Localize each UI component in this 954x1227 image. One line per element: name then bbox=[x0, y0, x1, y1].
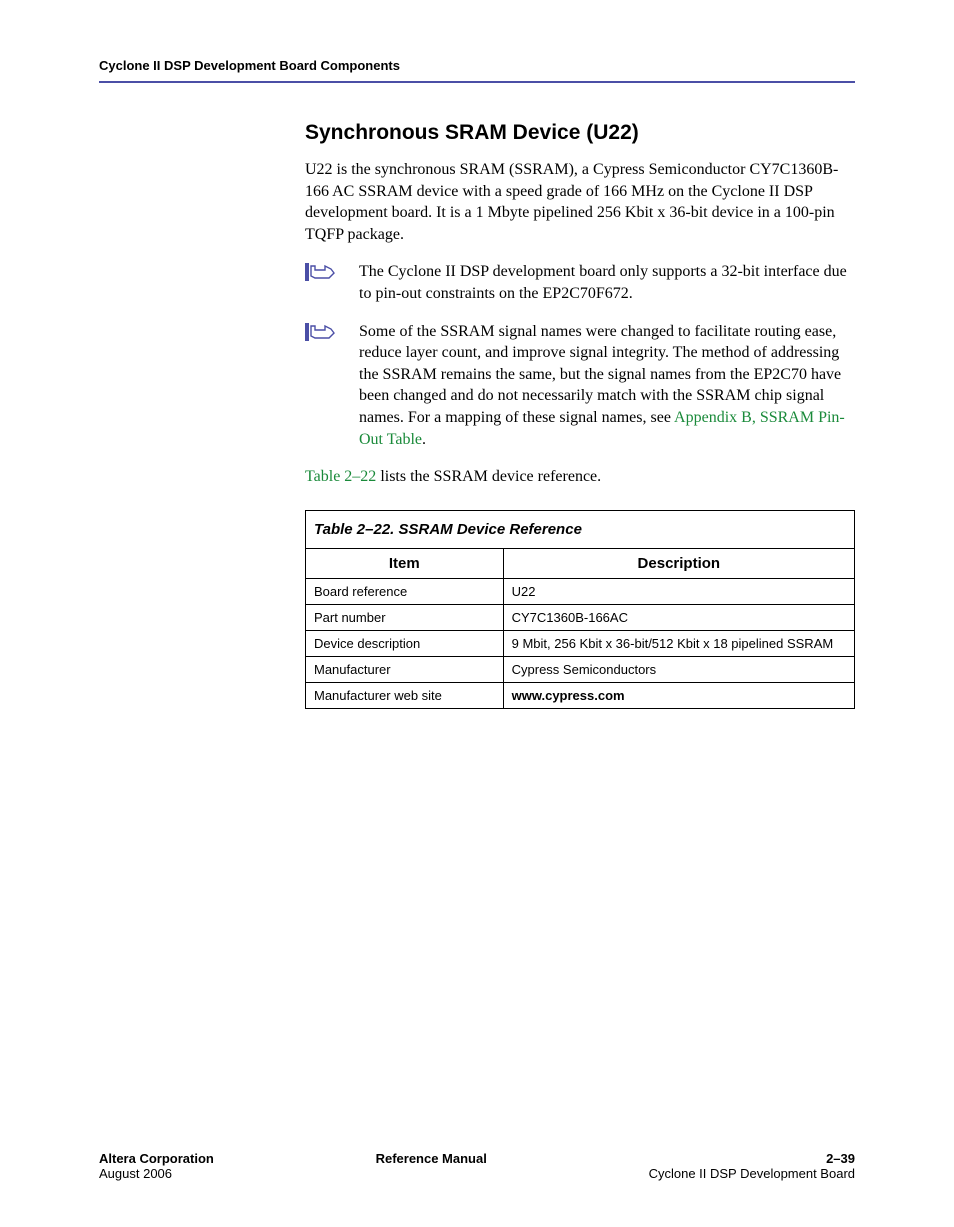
col-header-item: Item bbox=[306, 548, 504, 578]
footer-right-bottom: Cyclone II DSP Development Board bbox=[649, 1166, 855, 1181]
cell-desc: U22 bbox=[503, 578, 854, 604]
table-row: Device description 9 Mbit, 256 Kbit x 36… bbox=[306, 630, 855, 656]
note-block-1: The Cyclone II DSP development board onl… bbox=[305, 261, 855, 304]
note-hand-icon bbox=[305, 263, 335, 286]
table-ref-link[interactable]: Table 2–22 bbox=[305, 468, 376, 485]
table-row: Manufacturer Cypress Semiconductors bbox=[306, 656, 855, 682]
footer-center: Reference Manual bbox=[214, 1151, 649, 1181]
cell-desc: 9 Mbit, 256 Kbit x 36-bit/512 Kbit x 18 … bbox=[503, 630, 854, 656]
footer-right-top: 2–39 bbox=[649, 1151, 855, 1166]
note-2-post: . bbox=[422, 431, 426, 448]
cell-desc: CY7C1360B-166AC bbox=[503, 604, 854, 630]
running-header: Cyclone II DSP Development Board Compone… bbox=[99, 58, 855, 73]
footer-left-top: Altera Corporation bbox=[99, 1151, 214, 1166]
cell-item: Board reference bbox=[306, 578, 504, 604]
section-heading: Synchronous SRAM Device (U22) bbox=[305, 121, 855, 145]
footer-left-bottom: August 2006 bbox=[99, 1166, 214, 1181]
note-hand-icon bbox=[305, 323, 335, 346]
ssram-device-reference-table: Table 2–22. SSRAM Device Reference Item … bbox=[305, 510, 855, 709]
footer-left: Altera Corporation August 2006 bbox=[99, 1151, 214, 1181]
table-lead-post: lists the SSRAM device reference. bbox=[376, 468, 601, 485]
table-lead-paragraph: Table 2–22 lists the SSRAM device refere… bbox=[305, 466, 855, 488]
intro-paragraph: U22 is the synchronous SRAM (SSRAM), a C… bbox=[305, 159, 855, 245]
cell-item: Device description bbox=[306, 630, 504, 656]
footer: Altera Corporation August 2006 Reference… bbox=[99, 1151, 855, 1181]
cell-desc: Cypress Semiconductors bbox=[503, 656, 854, 682]
note-text-1: The Cyclone II DSP development board onl… bbox=[359, 261, 855, 304]
footer-right: 2–39 Cyclone II DSP Development Board bbox=[649, 1151, 855, 1181]
table-row: Board reference U22 bbox=[306, 578, 855, 604]
cell-item: Part number bbox=[306, 604, 504, 630]
note-block-2: Some of the SSRAM signal names were chan… bbox=[305, 321, 855, 451]
content-column: Synchronous SRAM Device (U22) U22 is the… bbox=[305, 121, 855, 709]
page: Cyclone II DSP Development Board Compone… bbox=[0, 0, 954, 1227]
table-row: Manufacturer web site www.cypress.com bbox=[306, 682, 855, 708]
note-text-2: Some of the SSRAM signal names were chan… bbox=[359, 321, 855, 451]
cell-item: Manufacturer web site bbox=[306, 682, 504, 708]
col-header-description: Description bbox=[503, 548, 854, 578]
header-rule bbox=[99, 81, 855, 83]
cell-item: Manufacturer bbox=[306, 656, 504, 682]
table-row: Part number CY7C1360B-166AC bbox=[306, 604, 855, 630]
cell-desc: www.cypress.com bbox=[503, 682, 854, 708]
table-header-row: Item Description bbox=[306, 548, 855, 578]
table-caption: Table 2–22. SSRAM Device Reference bbox=[305, 510, 855, 548]
